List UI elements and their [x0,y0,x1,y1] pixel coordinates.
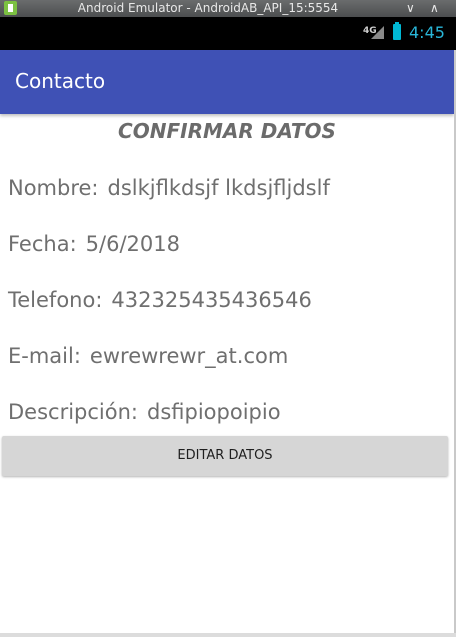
app-bar: Contacto [0,50,454,114]
field-label: Fecha: [8,232,77,256]
field-value: 432325435436546 [111,288,312,312]
field-value: dsfipiopoipio [147,400,281,424]
field-value: 5/6/2018 [85,232,180,256]
field-label: Descripción: [8,400,138,424]
field-value: dslkjflkdsjf lkdsjfljdslf [107,176,330,200]
signal-icon [371,26,384,39]
taskbar-strip [0,633,456,637]
window-title: Android Emulator - AndroidAB_API_15:5554 [77,1,339,15]
field-label: Nombre: [8,176,99,200]
field-descripcion: Descripción: dsfipiopoipio [8,400,281,424]
field-label: E-mail: [8,344,81,368]
field-fecha: Fecha: 5/6/2018 [8,232,180,256]
minimize-icon[interactable]: ∨ [406,0,415,17]
window-title-bar: Android Emulator - AndroidAB_API_15:5554… [0,0,456,17]
field-value: ewrewrewr_at.com [89,344,289,368]
field-email: E-mail: ewrewrewr_at.com [8,344,288,368]
field-telefono: Telefono: 432325435436546 [8,288,312,312]
app-title: Contacto [15,69,106,93]
page-heading: CONFIRMAR DATOS [118,119,336,143]
field-label: Telefono: [8,288,103,312]
status-bar: 4G 4:45 [0,17,456,50]
maximize-icon[interactable]: ∧ [430,0,439,17]
battery-charging-icon [393,22,401,40]
status-clock: 4:45 [409,23,445,42]
field-nombre: Nombre: dslkjflkdsjf lkdsjfljdslf [8,176,330,200]
edit-data-button[interactable]: EDITAR DATOS [2,436,448,476]
